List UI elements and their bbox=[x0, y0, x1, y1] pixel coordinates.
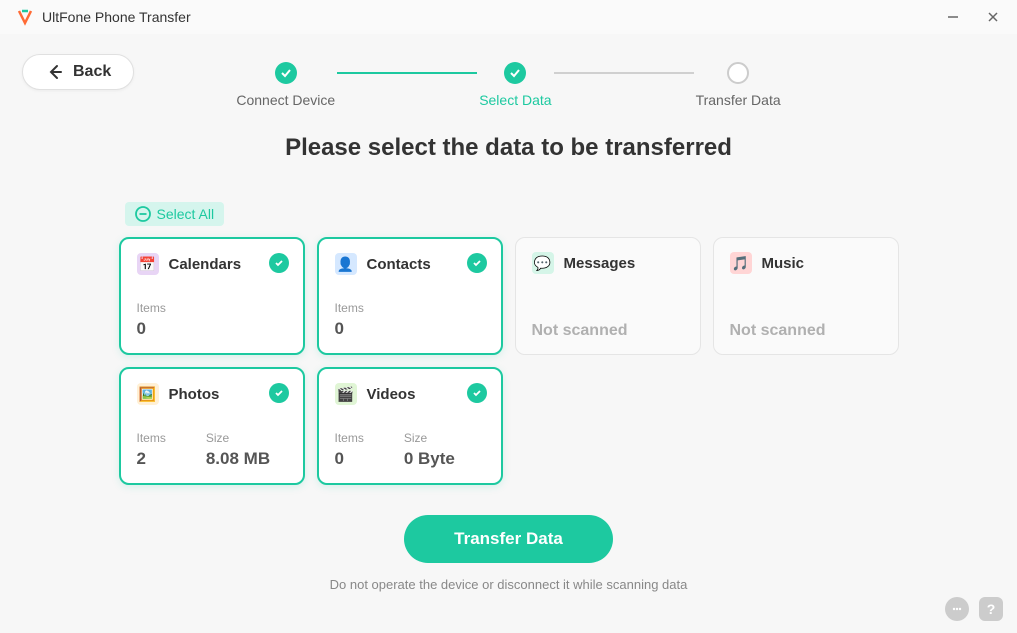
titlebar-left: UltFone Phone Transfer bbox=[16, 8, 191, 26]
music-icon: 🎵 bbox=[730, 252, 752, 274]
data-type-grid: 📅 Calendars Items 0 👤 Contacts Items 0 bbox=[119, 237, 899, 485]
window-controls bbox=[945, 9, 1001, 25]
check-icon bbox=[467, 383, 487, 403]
deselect-icon bbox=[135, 206, 151, 222]
close-button[interactable] bbox=[985, 9, 1001, 25]
check-icon bbox=[467, 253, 487, 273]
titlebar: UltFone Phone Transfer bbox=[0, 0, 1017, 34]
not-scanned-label: Not scanned bbox=[532, 322, 684, 340]
card-title: Videos bbox=[367, 386, 416, 403]
step-connector bbox=[554, 72, 694, 74]
card-videos[interactable]: 🎬 Videos Items 0 Size 0 Byte bbox=[317, 367, 503, 485]
card-items-stat: Items 0 bbox=[137, 301, 166, 339]
minimize-button[interactable] bbox=[945, 9, 961, 25]
step-transfer-data: Transfer Data bbox=[696, 62, 781, 108]
videos-icon: 🎬 bbox=[335, 383, 357, 405]
chat-icon[interactable] bbox=[945, 597, 969, 621]
step-check-icon bbox=[275, 62, 297, 84]
check-icon bbox=[269, 253, 289, 273]
content-area: Select All 📅 Calendars Items 0 👤 Contact… bbox=[119, 202, 899, 485]
card-items-stat: Items 0 bbox=[335, 431, 364, 469]
card-title: Calendars bbox=[169, 256, 242, 273]
bottom-action-icons: ? bbox=[945, 597, 1003, 621]
step-connect-device: Connect Device bbox=[236, 62, 335, 108]
back-arrow-icon bbox=[45, 63, 63, 81]
select-all-label: Select All bbox=[157, 206, 215, 222]
card-title: Music bbox=[762, 255, 805, 272]
messages-icon: 💬 bbox=[532, 252, 554, 274]
app-title: UltFone Phone Transfer bbox=[42, 9, 191, 25]
select-all-toggle[interactable]: Select All bbox=[125, 202, 225, 226]
card-photos[interactable]: 🖼️ Photos Items 2 Size 8.08 MB bbox=[119, 367, 305, 485]
card-title: Messages bbox=[564, 255, 636, 272]
card-size-stat: Size 0 Byte bbox=[404, 431, 455, 469]
progress-stepper: Connect Device Select Data Transfer Data bbox=[0, 62, 1017, 108]
step-connector bbox=[337, 72, 477, 74]
page-title: Please select the data to be transferred bbox=[0, 134, 1017, 162]
app-logo-icon bbox=[16, 8, 34, 26]
step-label: Connect Device bbox=[236, 92, 335, 108]
contacts-icon: 👤 bbox=[335, 253, 357, 275]
card-music[interactable]: 🎵 Music Not scanned bbox=[713, 237, 899, 355]
not-scanned-label: Not scanned bbox=[730, 322, 882, 340]
step-label: Transfer Data bbox=[696, 92, 781, 108]
step-pending-icon bbox=[727, 62, 749, 84]
step-label: Select Data bbox=[479, 92, 551, 108]
card-title: Photos bbox=[169, 386, 220, 403]
card-calendars[interactable]: 📅 Calendars Items 0 bbox=[119, 237, 305, 355]
card-title: Contacts bbox=[367, 256, 431, 273]
check-icon bbox=[269, 383, 289, 403]
help-icon[interactable]: ? bbox=[979, 597, 1003, 621]
calendars-icon: 📅 bbox=[137, 253, 159, 275]
back-label: Back bbox=[73, 63, 111, 81]
card-contacts[interactable]: 👤 Contacts Items 0 bbox=[317, 237, 503, 355]
card-messages[interactable]: 💬 Messages Not scanned bbox=[515, 237, 701, 355]
card-items-stat: Items 2 bbox=[137, 431, 166, 469]
card-items-stat: Items 0 bbox=[335, 301, 364, 339]
step-check-icon bbox=[504, 62, 526, 84]
photos-icon: 🖼️ bbox=[137, 383, 159, 405]
card-size-stat: Size 8.08 MB bbox=[206, 431, 270, 469]
transfer-data-button[interactable]: Transfer Data bbox=[404, 515, 613, 563]
step-select-data: Select Data bbox=[479, 62, 551, 108]
hint-text: Do not operate the device or disconnect … bbox=[0, 577, 1017, 592]
back-button[interactable]: Back bbox=[22, 54, 134, 90]
